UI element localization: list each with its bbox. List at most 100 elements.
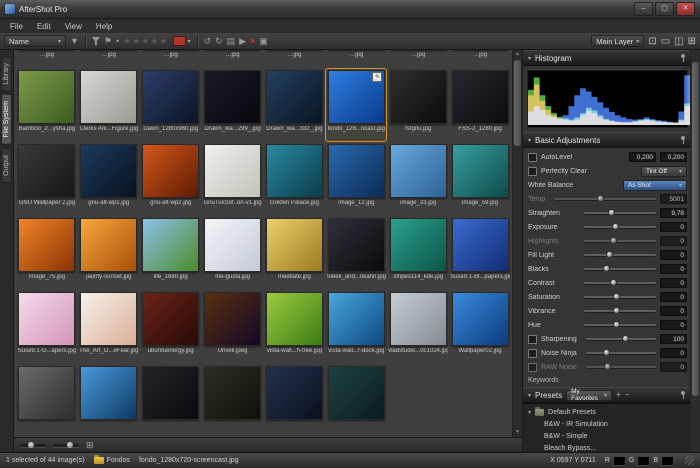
fill-light-slider[interactable] xyxy=(584,254,656,256)
preset-item[interactable]: Bleach Bypass... xyxy=(523,442,692,452)
panel-scrollbar[interactable] xyxy=(690,50,700,452)
flag-icon[interactable]: ⚑ xyxy=(104,35,112,47)
thumbnail-cell[interactable]: GnuTuxSof..on-v1.jpg xyxy=(202,142,264,216)
color-dot-icon[interactable]: • xyxy=(116,35,119,47)
thumbnail-cell[interactable]: gnu-alt-wp2.jpg xyxy=(140,142,202,216)
color-label-swatch[interactable]: ▾ xyxy=(173,36,191,46)
thumbnail-cell[interactable]: vladstudio...0c1024.jpg xyxy=(387,290,449,364)
noise-ninja-slider[interactable] xyxy=(586,352,656,354)
sharpening-slider[interactable] xyxy=(586,338,656,340)
collapse-icon[interactable]: ▾ xyxy=(528,55,531,62)
menu-edit[interactable]: Edit xyxy=(30,22,58,31)
raw-noise-checkbox[interactable] xyxy=(528,363,537,372)
thumbnail-cell[interactable]: image_33.jpg xyxy=(387,142,449,216)
thumb-zoom-slider[interactable] xyxy=(53,444,79,447)
basic-adjustments-header[interactable]: ▾ Basic Adjustments xyxy=(523,132,692,148)
menu-file[interactable]: File xyxy=(3,22,30,31)
white-balance-dropdown[interactable]: As Shot ▾ xyxy=(623,180,687,191)
preset-item[interactable]: B&W - Simple xyxy=(523,430,692,442)
thumbnail-cell[interactable]: me-gusta.jpg xyxy=(202,216,264,290)
hue-value[interactable]: 0 xyxy=(660,320,687,330)
exposure-value[interactable]: 0 xyxy=(660,222,687,232)
vibrance-slider[interactable] xyxy=(584,310,656,312)
thumbnail-cell[interactable]: Bamboo_2...ysha.jpg xyxy=(16,68,78,142)
thumbnail-cell[interactable]: fondo_128...ncast.jpg✎ xyxy=(325,68,387,142)
slider-knob[interactable] xyxy=(613,293,620,300)
grid-scrollbar[interactable]: ▲ ▼ xyxy=(512,50,522,437)
thumbnail-cell[interactable]: …jpg xyxy=(387,50,449,68)
preset-folder[interactable]: ▾Default Presets xyxy=(523,406,692,418)
noise-ninja-checkbox[interactable] xyxy=(528,349,537,358)
raw-noise-value[interactable]: 0 xyxy=(660,362,687,372)
rotate-right-icon[interactable]: ↻ xyxy=(215,35,223,47)
noise-ninja-value[interactable]: 0 xyxy=(660,348,687,358)
perfectly-clear-checkbox[interactable] xyxy=(528,167,537,176)
blacks-value[interactable]: 0 xyxy=(660,264,687,274)
temp-value[interactable]: 5001 xyxy=(660,194,687,204)
thumbnail-cell[interactable]: Drawn_wa...332_.jpg xyxy=(264,68,326,142)
thumbnail-cell[interactable]: fsfgnu.jpg xyxy=(387,68,449,142)
scrollbar-thumb[interactable] xyxy=(692,62,699,396)
thumbnail-cell[interactable]: Dawn_1280x960.jpg xyxy=(140,68,202,142)
thumbnail-cell[interactable] xyxy=(325,364,387,437)
grid-pane-icon[interactable]: ⊞ xyxy=(688,36,696,47)
thumbnail-cell[interactable]: Clerks Ani...Figure.jpg xyxy=(78,68,140,142)
slider-knob[interactable] xyxy=(597,195,604,202)
autolevel-value-1[interactable]: 0,200 xyxy=(629,152,656,162)
rotate-left-icon[interactable]: ↺ xyxy=(204,35,212,47)
temp-slider[interactable] xyxy=(554,198,656,200)
thumbnail-cell[interactable]: jaunty-sunset.jpg xyxy=(78,216,140,290)
side-tab-output[interactable]: Output xyxy=(1,148,12,183)
thumbnail-cell[interactable]: stripes114_kde.jpg xyxy=(387,216,449,290)
thumbnail-cell[interactable] xyxy=(78,364,140,437)
slider-knob[interactable] xyxy=(603,265,610,272)
slider-knob[interactable] xyxy=(613,321,620,328)
thumbnail-cell[interactable]: image_12.jpg xyxy=(325,142,387,216)
thumbnail-cell[interactable]: life_1680.jpg xyxy=(140,216,202,290)
exposure-slider[interactable] xyxy=(584,226,656,228)
thumbnail-cell[interactable]: …jpg xyxy=(140,50,202,68)
thumbnail-cell[interactable]: …jpg xyxy=(78,50,140,68)
thumbnail-cell[interactable]: …jpg xyxy=(449,50,511,68)
straighten-slider[interactable] xyxy=(584,212,656,214)
highlights-slider[interactable] xyxy=(584,240,656,242)
grid-layout-icon[interactable]: ⊞ xyxy=(86,440,94,451)
slider-knob[interactable] xyxy=(622,335,629,342)
menu-view[interactable]: View xyxy=(58,22,89,31)
sort-order-icon[interactable]: ▼ xyxy=(70,35,79,47)
collapse-icon[interactable]: ▾ xyxy=(528,392,531,399)
slider-knob[interactable] xyxy=(606,251,613,258)
menu-help[interactable]: Help xyxy=(89,22,119,31)
autolevel-checkbox[interactable] xyxy=(528,153,537,162)
thumbnail-cell[interactable]: Suse9.1-Bl...papers.jpg xyxy=(449,216,511,290)
thumbnail-cell[interactable]: Wallpaper02.jpg xyxy=(449,290,511,364)
maximize-button[interactable]: ▢ xyxy=(655,2,674,16)
thumbnail-cell[interactable]: Unveil.jpeg xyxy=(202,290,264,364)
minimize-button[interactable]: – xyxy=(634,2,653,16)
thumbnail-cell[interactable]: Sleek_and...nkahn.jpg xyxy=(325,216,387,290)
keywords-row[interactable]: Keywords xyxy=(523,374,692,387)
thumbnail-cell[interactable] xyxy=(264,364,326,437)
close-button[interactable]: ✕ xyxy=(676,2,695,16)
preset-item[interactable]: B&W - IR Simulation xyxy=(523,418,692,430)
collapse-icon[interactable]: ▾ xyxy=(528,137,531,144)
copy-icon[interactable]: ▣ xyxy=(259,35,268,47)
thumbnail-cell[interactable] xyxy=(16,364,78,437)
resize-grip-icon[interactable] xyxy=(685,456,694,465)
thumb-size-slider[interactable] xyxy=(20,444,46,447)
hue-slider[interactable] xyxy=(584,324,656,326)
scroll-up-icon[interactable]: ▲ xyxy=(513,50,522,59)
thumbnail-cell[interactable]: FSS-2_1280.jpg xyxy=(449,68,511,142)
thumbnail-cell[interactable] xyxy=(140,364,202,437)
sharpening-checkbox[interactable] xyxy=(528,335,537,344)
thumbnail-cell[interactable]: …jpg xyxy=(325,50,387,68)
delete-icon[interactable]: × xyxy=(250,35,255,47)
thumbnail-cell[interactable]: ubuntuenergy.jpg xyxy=(140,290,202,364)
slider-knob[interactable] xyxy=(613,307,620,314)
thumbnail-cell[interactable]: Drawn_wa...299_.jpg xyxy=(202,68,264,142)
highlights-value[interactable]: 0 xyxy=(660,236,687,246)
autolevel-value-2[interactable]: 0,200 xyxy=(660,152,687,162)
slideshow-icon[interactable]: ▶ xyxy=(239,35,246,47)
remove-preset-icon[interactable]: − xyxy=(625,390,630,400)
slider-knob[interactable] xyxy=(603,349,610,356)
